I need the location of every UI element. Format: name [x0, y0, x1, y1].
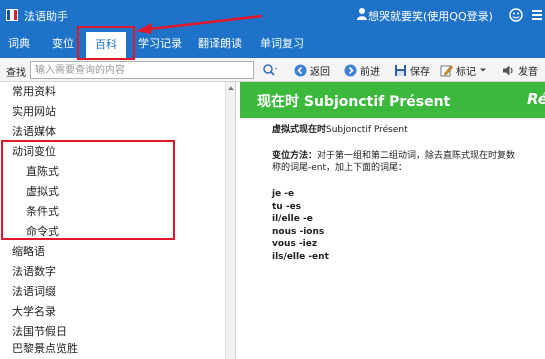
ending-je: je -e	[272, 189, 295, 199]
ending-nous: nous -ions	[272, 226, 325, 237]
mark-label: 标记	[456, 66, 476, 78]
tense-line: 虚拟式现在时Subjonctif Présent	[272, 124, 408, 137]
search-button[interactable]	[262, 62, 281, 78]
sidebar-item-french-affixes[interactable]: 法语词缀	[0, 282, 235, 302]
search-label: 查找	[6, 68, 26, 79]
search-icon	[263, 64, 277, 76]
ending-ils-elle: ils/elle -ent	[272, 251, 329, 262]
back-button[interactable]: 返回	[294, 62, 330, 78]
article-pane: 现在时 Subjonctif Présent Ré 虚拟式现在时Subjonct…	[240, 82, 545, 359]
annotation-box-conjugation	[1, 140, 175, 240]
save-button[interactable]: 保存	[394, 62, 430, 78]
back-label: 返回	[310, 66, 330, 78]
sidebar-item-common-materials[interactable]: 常用资料	[0, 82, 235, 102]
article-title: 现在时 Subjonctif Présent	[257, 94, 451, 110]
sidebar-item-abbreviations[interactable]: 缩略语	[0, 242, 235, 262]
forward-arrow-icon	[344, 64, 357, 76]
scroll-up-arrow-icon[interactable]	[227, 85, 235, 91]
pronounce-button[interactable]: 发音	[502, 62, 538, 78]
sidebar-item-french-media[interactable]: 法语媒体	[0, 122, 235, 142]
sidebar-scrollbar[interactable]	[225, 82, 235, 359]
toolbar: 查找 返回 前进 保存 标记	[0, 58, 545, 82]
method-line-1: 变位方法：对于第一组和第二组动词，除去直陈式现在时复数	[272, 150, 515, 163]
method-line-2: 称的词尾-ent，加上下面的词尾：	[272, 163, 408, 173]
article-title-right: Ré	[527, 90, 545, 108]
back-arrow-icon	[294, 64, 307, 76]
chevron-down-icon	[480, 68, 486, 72]
save-icon	[395, 64, 406, 76]
edit-mark-icon	[440, 65, 453, 76]
sidebar-item-french-numbers[interactable]: 法语数字	[0, 262, 235, 282]
sidebar-item-university-list[interactable]: 大学名录	[0, 302, 235, 322]
ending-tu: tu -es	[272, 201, 302, 212]
pronounce-label: 发音	[518, 66, 538, 78]
mark-button[interactable]: 标记	[440, 62, 490, 78]
save-label: 保存	[410, 66, 430, 78]
speaker-icon	[503, 65, 513, 75]
sidebar-item-paris-sights[interactable]: 巴黎景点览胜	[0, 339, 235, 359]
annotation-arrow-icon	[136, 14, 263, 34]
forward-label: 前进	[360, 66, 380, 78]
method-text-1: 对于第一组和第二组动词，除去直陈式现在时复数	[317, 151, 516, 161]
search-input[interactable]	[30, 61, 254, 79]
method-label: 变位方法：	[272, 151, 318, 161]
article-header: 现在时 Subjonctif Présent Ré	[240, 82, 545, 118]
sidebar-item-useful-websites[interactable]: 实用网站	[0, 102, 235, 122]
forward-button[interactable]: 前进	[344, 62, 380, 78]
ending-vous: vous -iez	[272, 239, 318, 249]
tense-name: Subjonctif Présent	[326, 125, 408, 135]
ending-il-elle: il/elle -e	[272, 214, 313, 224]
tense-label: 虚拟式现在时	[272, 125, 327, 135]
